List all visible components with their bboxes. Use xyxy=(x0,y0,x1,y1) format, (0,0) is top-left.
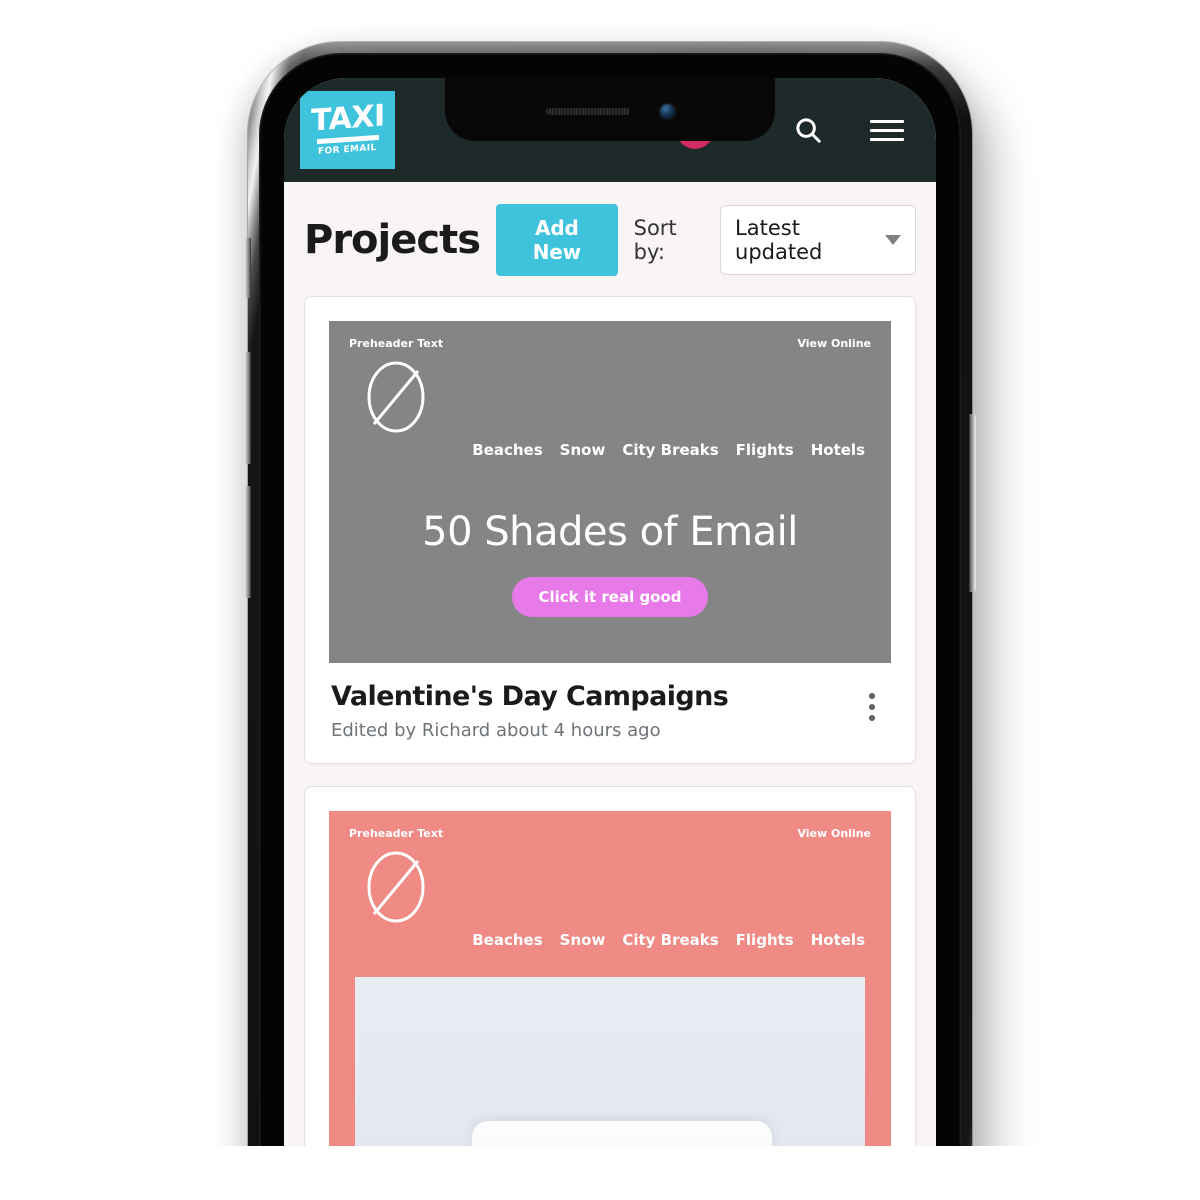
email-nav-item[interactable]: Hotels xyxy=(811,441,865,459)
search-icon[interactable] xyxy=(780,108,836,152)
email-hero: 50 Shades of Email Click it real good xyxy=(329,477,891,663)
email-nav: Beaches Snow City Breaks Flights Hotels xyxy=(329,931,891,967)
phone-screen: TAXI FOR EMAIL RH xyxy=(284,78,936,1200)
menu-line xyxy=(870,137,904,141)
kebab-dot xyxy=(869,693,875,699)
volume-up-button[interactable] xyxy=(244,352,251,464)
phone-device-mockup: TAXI FOR EMAIL RH xyxy=(244,42,976,1200)
kebab-dot xyxy=(869,715,875,721)
sort-by-select[interactable]: Latest updated xyxy=(720,205,916,275)
email-nav: Beaches Snow City Breaks Flights Hotels xyxy=(329,441,891,477)
email-preview[interactable]: Preheader Text View Online Beaches Snow … xyxy=(329,811,891,1200)
project-card-meta: Valentine's Day Campaigns Edited by Rich… xyxy=(329,663,891,763)
chevron-down-icon xyxy=(885,235,901,245)
email-preview[interactable]: Preheader Text View Online Beaches Snow … xyxy=(329,321,891,663)
logo-wordmark: TAXI xyxy=(310,98,385,139)
projects-list: Preheader Text View Online Beaches Snow … xyxy=(284,296,936,1200)
email-nav-item[interactable]: Snow xyxy=(560,441,606,459)
email-hero-photo xyxy=(355,977,865,1200)
power-button[interactable] xyxy=(969,414,976,592)
email-hero-title: 50 Shades of Email xyxy=(422,509,798,555)
project-card[interactable]: Preheader Text View Online Beaches Snow … xyxy=(304,786,916,1200)
email-preview-header: Preheader Text View Online xyxy=(329,321,891,350)
slashed-circle-logo-icon xyxy=(367,361,425,433)
kebab-dot xyxy=(869,704,875,710)
project-title: Valentine's Day Campaigns xyxy=(331,681,729,712)
logo-tagline: FOR EMAIL xyxy=(318,142,377,158)
screenshot-stage: TAXI FOR EMAIL RH xyxy=(0,0,1200,1200)
sort-by-value: Latest updated xyxy=(735,216,823,264)
email-nav-item[interactable]: Hotels xyxy=(811,931,865,949)
preheader-text: Preheader Text xyxy=(349,337,444,350)
email-nav-item[interactable]: Snow xyxy=(560,931,606,949)
menu-line xyxy=(870,119,904,123)
page-title: Projects xyxy=(304,217,481,263)
email-nav-item[interactable]: Beaches xyxy=(472,931,542,949)
project-card[interactable]: Preheader Text View Online Beaches Snow … xyxy=(304,296,916,764)
phone-bezel: TAXI FOR EMAIL RH xyxy=(259,53,961,1200)
projects-page: Projects Add New Sort by: Latest updated xyxy=(284,182,936,1200)
project-edited-info: Edited by Richard about 4 hours ago xyxy=(331,720,661,741)
hamburger-menu-icon[interactable] xyxy=(862,108,912,152)
menu-line xyxy=(870,128,904,132)
volume-down-button[interactable] xyxy=(244,486,251,598)
projects-toolbar: Projects Add New Sort by: Latest updated xyxy=(284,182,936,296)
silent-switch-button[interactable] xyxy=(244,238,251,298)
phone-notch xyxy=(445,78,775,141)
taxi-logo[interactable]: TAXI FOR EMAIL xyxy=(300,91,395,169)
speaker-grille-icon xyxy=(545,108,630,115)
email-nav-item[interactable]: Flights xyxy=(736,931,794,949)
email-nav-item[interactable]: Flights xyxy=(736,441,794,459)
slashed-circle-logo-icon xyxy=(367,851,425,923)
photo-laptop xyxy=(472,1121,772,1200)
project-info: Valentine's Day Campaigns Edited by Rich… xyxy=(331,681,855,741)
front-camera-icon xyxy=(659,104,675,119)
view-online-link[interactable]: View Online xyxy=(797,827,871,840)
email-nav-item[interactable]: City Breaks xyxy=(622,441,718,459)
view-online-link[interactable]: View Online xyxy=(797,337,871,350)
kebab-menu-icon[interactable] xyxy=(855,681,889,721)
sort-by-label: Sort by: xyxy=(633,216,677,264)
add-new-button[interactable]: Add New xyxy=(496,204,618,276)
email-nav-item[interactable]: Beaches xyxy=(472,441,542,459)
email-preview-header: Preheader Text View Online xyxy=(329,811,891,840)
preheader-text: Preheader Text xyxy=(349,827,444,840)
email-cta-button[interactable]: Click it real good xyxy=(512,577,708,617)
email-nav-item[interactable]: City Breaks xyxy=(622,931,718,949)
